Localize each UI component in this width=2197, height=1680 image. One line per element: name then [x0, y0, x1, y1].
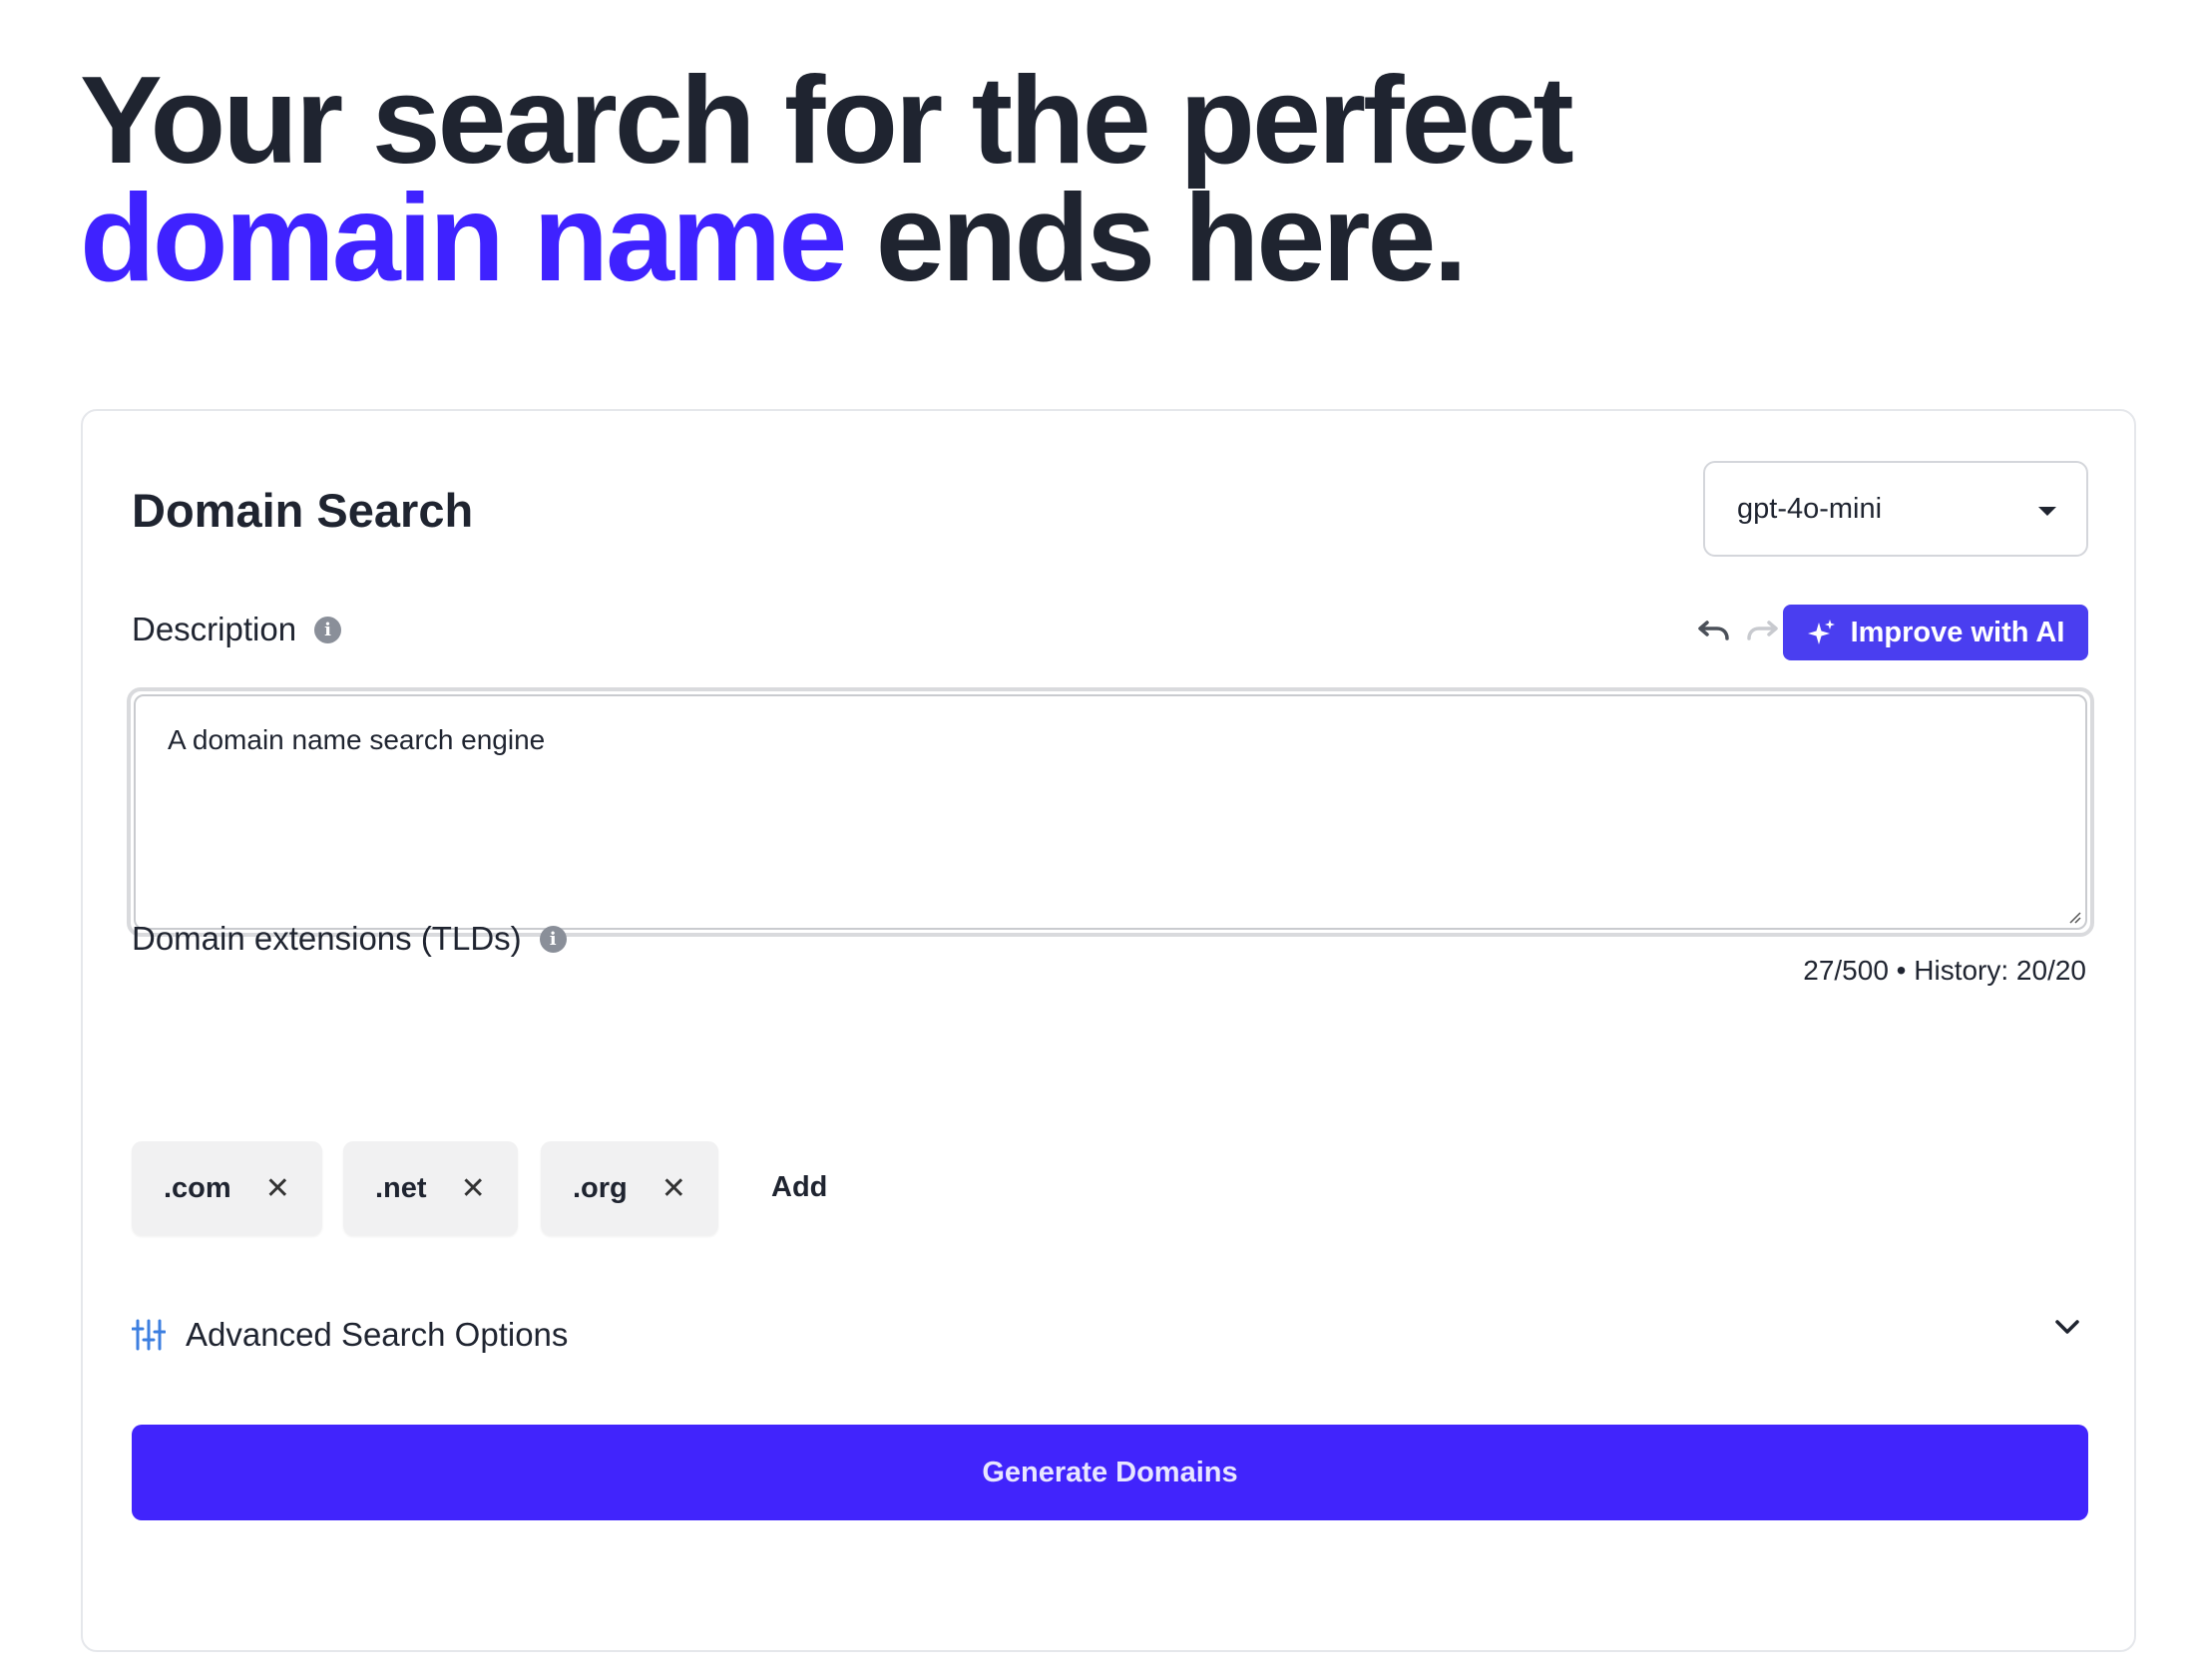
chevron-down-icon: [2055, 1320, 2079, 1334]
undo-icon: [1698, 621, 1729, 640]
advanced-search-toggle[interactable]: Advanced Search Options: [132, 1307, 2088, 1363]
tld-chip-org: .org ✕: [541, 1141, 718, 1235]
sliders-icon: [132, 1319, 166, 1351]
hero-accent: domain name: [80, 170, 847, 307]
info-icon[interactable]: i: [539, 925, 567, 953]
redo-button[interactable]: [1743, 611, 1781, 648]
description-textarea[interactable]: A domain name search engine: [134, 694, 2087, 930]
tld-chip-label: .net: [375, 1171, 427, 1204]
description-label: Description: [132, 611, 297, 647]
improve-with-ai-button[interactable]: Improve with AI: [1783, 605, 2088, 660]
improve-with-ai-label: Improve with AI: [1850, 616, 2065, 648]
close-icon[interactable]: ✕: [461, 1171, 486, 1206]
description-value: A domain name search engine: [168, 724, 546, 755]
close-icon[interactable]: ✕: [661, 1171, 686, 1206]
model-select-value: gpt-4o-mini: [1737, 492, 1883, 525]
close-icon[interactable]: ✕: [265, 1171, 290, 1206]
generate-domains-button[interactable]: Generate Domains: [132, 1425, 2088, 1520]
tld-chip-label: .com: [164, 1171, 231, 1204]
resize-grip-icon[interactable]: [2067, 910, 2081, 924]
caret-down-icon: [2038, 507, 2056, 516]
description-label-row: Description i: [132, 611, 342, 648]
add-tld-button[interactable]: Add: [771, 1171, 827, 1204]
advanced-search-label: Advanced Search Options: [186, 1316, 569, 1353]
model-select[interactable]: gpt-4o-mini: [1703, 461, 2088, 557]
tld-chip-label: .org: [573, 1171, 628, 1204]
sparkle-icon: [1807, 620, 1835, 644]
undo-button[interactable]: [1695, 611, 1733, 648]
character-counter: 27/500 • History: 20/20: [1803, 955, 2086, 986]
hero-line-1: Your search for the perfect: [80, 52, 1574, 190]
tld-label: Domain extensions (TLDs): [132, 920, 522, 957]
description-textarea-focus-ring: A domain name search engine: [127, 687, 2094, 937]
redo-icon: [1747, 621, 1778, 640]
tld-chip-net: .net ✕: [343, 1141, 518, 1235]
generate-domains-label: Generate Domains: [982, 1456, 1238, 1488]
hero-rest: ends here.: [844, 170, 1468, 307]
tld-chip-com: .com ✕: [132, 1141, 322, 1235]
info-icon[interactable]: i: [314, 616, 342, 643]
hero-heading: Your search for the perfect domain name …: [80, 52, 1574, 300]
hero-line-2: domain name ends here.: [80, 177, 1571, 300]
card-title: Domain Search: [132, 484, 474, 537]
domain-search-card: Domain Search gpt-4o-mini Description i …: [81, 409, 2136, 1652]
tld-label-row: Domain extensions (TLDs) i: [132, 920, 567, 958]
